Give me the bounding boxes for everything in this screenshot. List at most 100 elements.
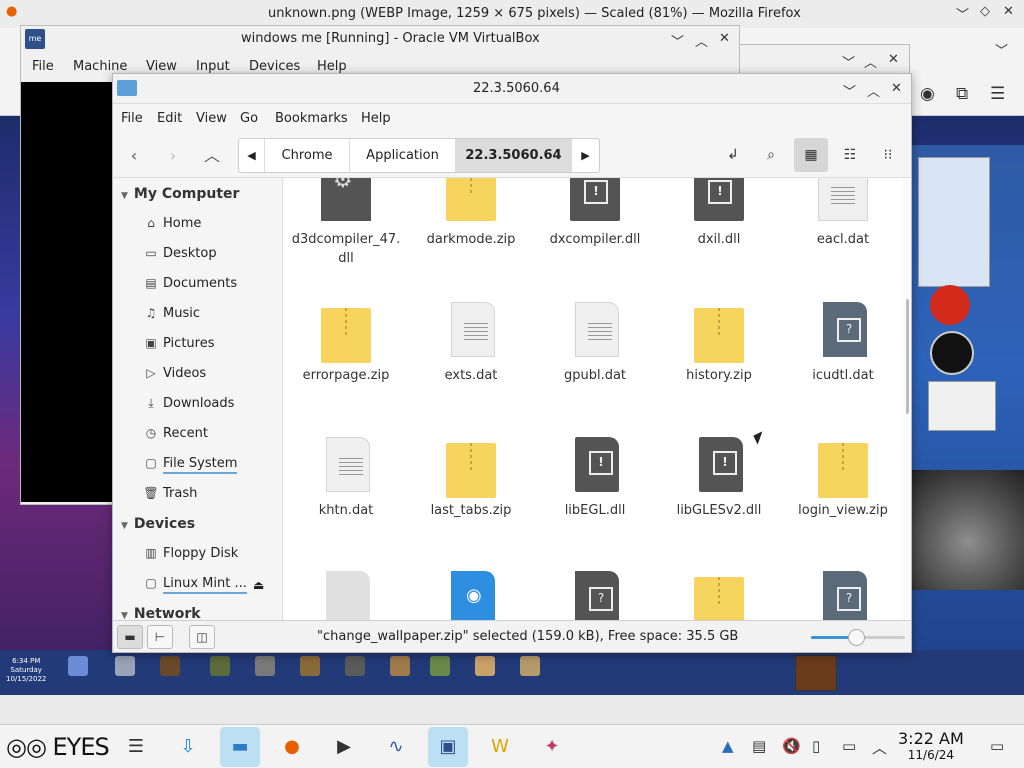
eject-icon[interactable]: ⏏: [253, 578, 264, 592]
terminal-app-icon[interactable]: ▶: [324, 727, 364, 767]
file-manager-titlebar: 22.3.5060.64 ﹀ ︿ ✕: [113, 74, 911, 104]
network-tray-icon[interactable]: ▲: [722, 737, 734, 755]
sidebar-item-home[interactable]: ⌂ Home: [143, 216, 201, 231]
eyes-logo[interactable]: ◎◎ EYES: [6, 733, 110, 761]
breadcrumb-chrome[interactable]: Chrome: [265, 139, 350, 172]
system-monitor-app-icon[interactable]: ∿: [376, 727, 416, 767]
minimize-icon[interactable]: ﹀: [842, 52, 855, 71]
maximize-icon[interactable]: ︿: [695, 31, 708, 50]
breadcrumb-application[interactable]: Application: [350, 139, 456, 172]
firefox-app-icon[interactable]: ●: [272, 727, 312, 767]
firefox-titlebar: ● unknown.png (WEBP Image, 1259 × 675 pi…: [0, 0, 1024, 28]
software-app-icon[interactable]: ⇩: [168, 727, 208, 767]
file-name: dxil.dll: [697, 232, 741, 247]
sidebar-item-recent[interactable]: ◷ Recent: [143, 426, 208, 441]
vb-menu-file[interactable]: File: [32, 59, 54, 74]
section-devices[interactable]: ▼ Devices: [121, 516, 195, 532]
minimize-icon[interactable]: ﹀: [843, 81, 856, 100]
menu-icon[interactable]: ☰: [990, 84, 1005, 104]
file-name: gpubl.dat: [563, 368, 627, 383]
menu-view[interactable]: View: [196, 111, 227, 126]
volume-muted-icon[interactable]: 🔇: [782, 737, 801, 755]
show-desktop-icon[interactable]: ▭: [990, 737, 1004, 755]
account-icon[interactable]: ◉: [920, 84, 935, 104]
sidebar-item-linux-mint[interactable]: ▢ Linux Mint ...: [143, 576, 247, 594]
zoom-slider[interactable]: [811, 629, 905, 646]
text-file-icon: [575, 302, 619, 357]
menubar: File Edit View Go Bookmarks Help: [113, 104, 911, 134]
menu-go[interactable]: Go: [240, 111, 258, 126]
sidebar-item-music[interactable]: ♫ Music: [143, 306, 200, 321]
display-tray-icon[interactable]: ▭: [842, 737, 856, 755]
zip-file-icon: [446, 178, 496, 221]
section-my-computer[interactable]: ▼ My Computer: [121, 186, 239, 202]
home-icon: ⌂: [147, 216, 155, 230]
text-file-icon: [326, 437, 370, 492]
close-icon[interactable]: ✕: [888, 52, 899, 67]
toggle-location-icon[interactable]: ↲: [716, 138, 750, 172]
menu-help[interactable]: Help: [361, 111, 391, 126]
sidebar-item-trash[interactable]: 🗑 Trash: [143, 486, 197, 501]
virtualbox-logo-icon: me: [25, 29, 45, 49]
sidebar-item-documents[interactable]: ▤ Documents: [143, 276, 237, 291]
show-places-button[interactable]: ▬: [117, 625, 143, 649]
file-name: libGLESv2.dll: [676, 503, 762, 518]
clipboard-tray-icon[interactable]: ▤: [752, 737, 766, 755]
maximize-icon[interactable]: ︿: [864, 52, 877, 71]
files-app-icon[interactable]: ▬: [220, 727, 260, 767]
close-icon[interactable]: ✕: [1003, 4, 1014, 19]
vb-menu-machine[interactable]: Machine: [73, 59, 127, 74]
list-view-button[interactable]: ☷: [833, 138, 867, 172]
breadcrumb-right-arrow[interactable]: ▶: [572, 139, 599, 172]
search-icon[interactable]: ⌕: [754, 138, 788, 172]
menu-bookmarks[interactable]: Bookmarks: [275, 111, 348, 126]
sidebar-item-desktop[interactable]: ▭ Desktop: [143, 246, 216, 261]
menu-edit[interactable]: Edit: [157, 111, 182, 126]
settings-app-icon[interactable]: ☰: [116, 727, 156, 767]
tab-list-icon[interactable]: ﹀: [995, 40, 1008, 59]
scrollbar[interactable]: [906, 299, 909, 414]
misc-app-icon[interactable]: ✦: [532, 727, 572, 767]
maximize-icon[interactable]: ︿: [867, 81, 880, 100]
unknown-file-icon: [823, 302, 867, 357]
vb-menu-devices[interactable]: Devices: [249, 59, 300, 74]
extensions-icon[interactable]: ⧉: [956, 84, 968, 104]
close-icon[interactable]: ✕: [719, 31, 730, 46]
sidebar-item-floppy[interactable]: ▥ Floppy Disk: [143, 546, 238, 561]
minimize-icon[interactable]: ﹀: [956, 4, 969, 23]
guest-koala-photo: [912, 470, 1024, 590]
wine-app-icon[interactable]: W: [480, 727, 520, 767]
guest-desktop-icon: [430, 656, 450, 676]
taskbar-clock[interactable]: 3:22 AM 11/6/24: [898, 729, 964, 762]
maximize-icon[interactable]: ◇: [980, 4, 990, 19]
section-network[interactable]: ▼ Network: [121, 606, 201, 620]
vb-menu-input[interactable]: Input: [196, 59, 230, 74]
tray-expand-icon[interactable]: ︿: [872, 737, 887, 758]
vm-screen[interactable]: [21, 82, 113, 502]
back-button[interactable]: ‹: [119, 143, 149, 169]
battery-icon[interactable]: ▯: [812, 737, 820, 755]
vb-menu-help[interactable]: Help: [317, 59, 347, 74]
forward-button[interactable]: ›: [158, 143, 188, 169]
virtualbox-app-icon[interactable]: ▣: [428, 727, 468, 767]
menu-file[interactable]: File: [121, 111, 143, 126]
vb-menu-view[interactable]: View: [146, 59, 177, 74]
sidebar-item-filesystem[interactable]: ▢ File System: [143, 456, 238, 474]
up-button[interactable]: ︿: [197, 143, 227, 169]
show-treeview-button[interactable]: ⊢: [147, 625, 173, 649]
icon-view-button[interactable]: ▦: [794, 138, 828, 172]
breadcrumb-current[interactable]: 22.3.5060.64: [456, 139, 572, 172]
hide-sidebar-button[interactable]: ◫: [189, 625, 215, 649]
breadcrumb-left-arrow[interactable]: ◀: [239, 139, 265, 172]
zoom-handle[interactable]: [848, 629, 866, 646]
minimize-icon[interactable]: ﹀: [671, 31, 684, 50]
close-icon[interactable]: ✕: [891, 81, 902, 96]
sidebar-item-pictures[interactable]: ▣ Pictures: [143, 336, 214, 351]
sidebar-item-videos[interactable]: ▷ Videos: [143, 366, 206, 381]
guest-desktop-icon: [115, 656, 135, 676]
guest-clock: 6:34 PM Saturday 10/15/2022: [6, 657, 47, 683]
file-name: dxcompiler.dll: [549, 232, 641, 247]
pictures-icon: ▣: [145, 336, 157, 350]
compact-view-button[interactable]: ⁝⁝: [871, 138, 905, 172]
sidebar-item-downloads[interactable]: ⤓ Downloads: [143, 396, 234, 411]
